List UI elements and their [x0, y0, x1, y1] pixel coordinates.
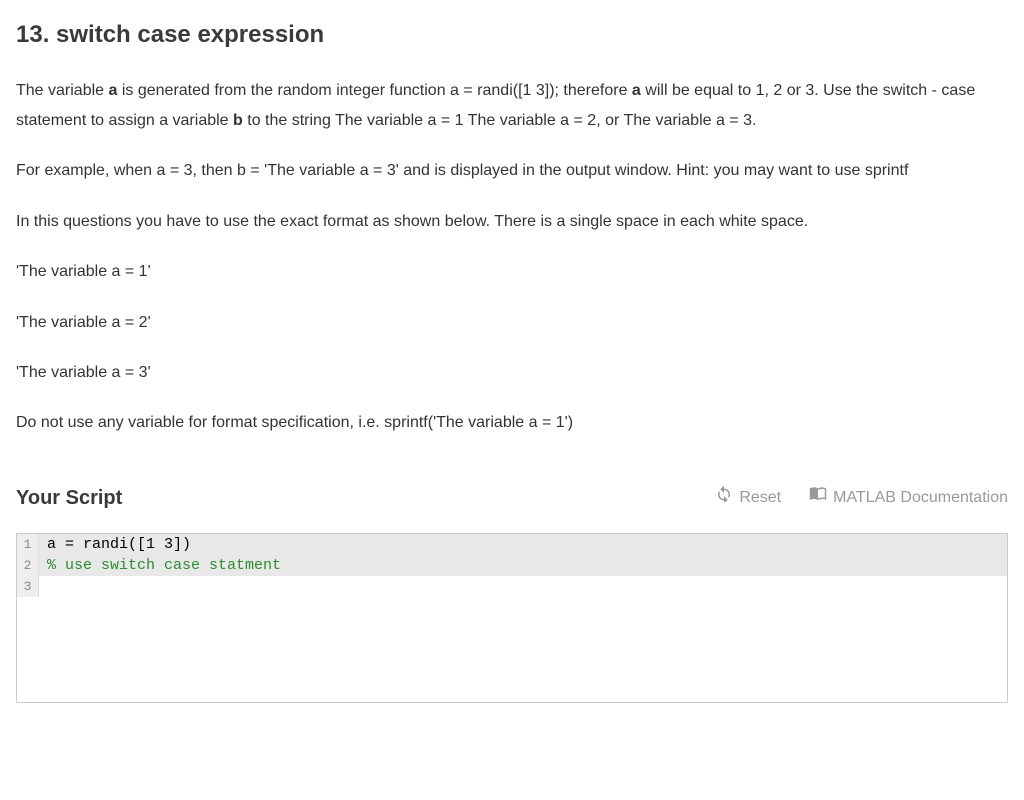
matlab-documentation-link[interactable]: MATLAB Documentation [809, 483, 1008, 513]
line-number: 1 [17, 534, 39, 555]
question-paragraph-4: Do not use any variable for format speci… [16, 408, 1008, 438]
script-actions: Reset MATLAB Documentation [715, 483, 1008, 513]
example-line-2: 'The variable a = 2' [16, 308, 1008, 338]
example-line-3: 'The variable a = 3' [16, 358, 1008, 388]
doc-label: MATLAB Documentation [833, 483, 1008, 513]
code-line: 1a = randi([1 3]) [17, 534, 1007, 555]
script-header: Your Script Reset MATLAB Documentation [16, 479, 1008, 517]
code-editor[interactable]: 1a = randi([1 3])2% use switch case stat… [16, 533, 1008, 703]
question-paragraph-3: In this questions you have to use the ex… [16, 207, 1008, 237]
line-number: 2 [17, 555, 39, 576]
example-line-1: 'The variable a = 1' [16, 257, 1008, 287]
book-icon [809, 483, 827, 513]
question-title: 13. switch case expression [16, 12, 1008, 58]
line-content[interactable]: a = randi([1 3]) [39, 534, 1007, 555]
code-line: 2% use switch case statment [17, 555, 1007, 576]
code-line: 3 [17, 576, 1007, 597]
line-content[interactable]: % use switch case statment [39, 555, 1007, 576]
line-content[interactable] [39, 576, 1007, 597]
script-title: Your Script [16, 479, 122, 517]
text: The variable [16, 82, 109, 99]
question-paragraph-2: For example, when a = 3, then b = 'The v… [16, 156, 1008, 186]
line-number: 3 [17, 576, 39, 597]
reset-icon [715, 483, 733, 513]
bold-a2: a [632, 82, 641, 99]
reset-button[interactable]: Reset [715, 483, 781, 513]
reset-label: Reset [739, 483, 781, 513]
text: to the string The variable a = 1 The var… [243, 112, 757, 129]
text: is generated from the random integer fun… [117, 82, 632, 99]
question-paragraph-1: The variable a is generated from the ran… [16, 76, 1008, 137]
bold-b: b [233, 112, 243, 129]
